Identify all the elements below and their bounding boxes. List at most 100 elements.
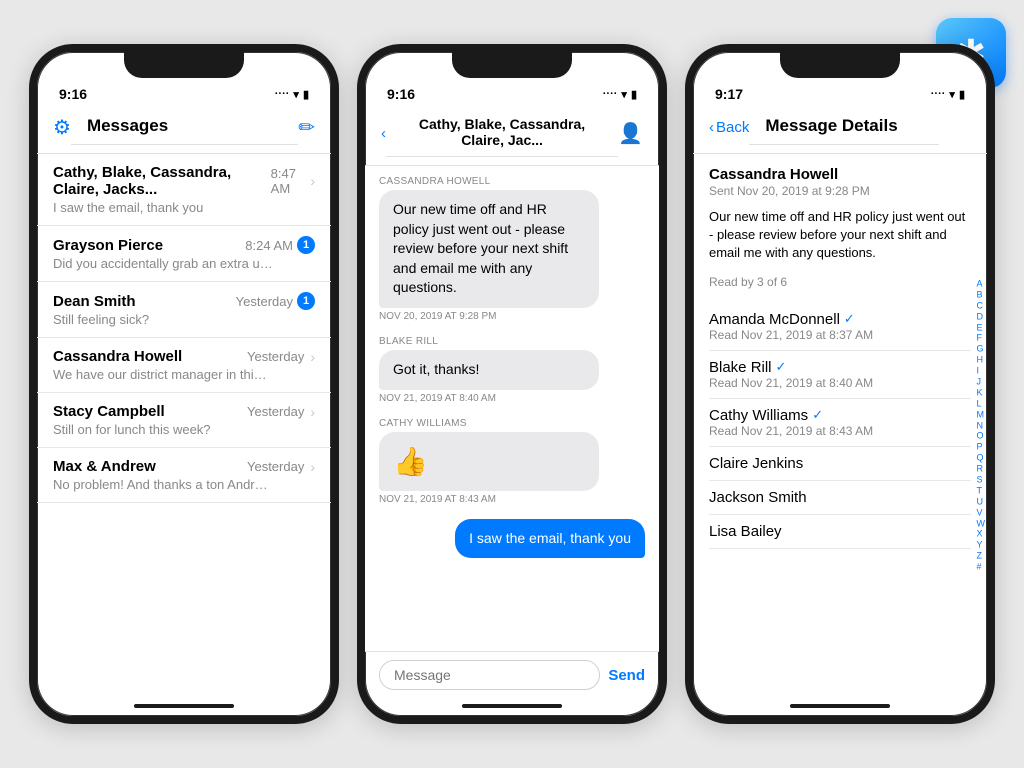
phone-messages-list: 9:16 ···· ▾ ▮ ⚙ Messages ✏ Cathy, Blake,… — [29, 44, 339, 724]
recipient-read-time-1: Read Nov 21, 2019 at 8:40 AM — [709, 376, 971, 390]
conversation-time-3: Yesterday › — [247, 349, 315, 365]
recipient-name-5: Lisa Bailey — [709, 523, 971, 540]
timestamp-1: NOV 21, 2019 AT 8:40 AM — [379, 393, 645, 404]
conversation-time-2: Yesterday 1 — [236, 292, 315, 310]
home-indicator-2 — [462, 704, 562, 708]
signal-dots: ···· — [275, 88, 290, 100]
chat-area[interactable]: CASSANDRA HOWELL Our new time off and HR… — [365, 166, 659, 651]
wifi-icon-3: ▾ — [949, 88, 955, 101]
conversation-item-1[interactable]: Grayson Pierce 8:24 AM 1 Did you acciden… — [37, 226, 331, 282]
chat-message-2: CATHY WILLIAMS 👍 NOV 21, 2019 AT 8:43 AM — [379, 418, 645, 505]
time-phone2: 9:16 — [387, 86, 415, 102]
conversation-name-4: Stacy Campbell — [53, 403, 165, 420]
conversation-item-2[interactable]: Dean Smith Yesterday 1 Still feeling sic… — [37, 282, 331, 338]
recipient-4: Jackson Smith — [709, 481, 971, 515]
detail-sent-time: Sent Nov 20, 2019 at 9:28 PM — [709, 184, 971, 198]
status-bar-phone2: 9:16 ···· ▾ ▮ — [365, 82, 659, 104]
send-button[interactable]: Send — [608, 667, 645, 684]
wifi-icon: ▾ — [293, 88, 299, 101]
messages-title: Messages — [71, 110, 298, 145]
badge-2: 1 — [297, 292, 315, 310]
conversation-time-4: Yesterday › — [247, 404, 315, 420]
message-input[interactable] — [379, 660, 600, 690]
conversation-item-0[interactable]: Cathy, Blake, Cassandra, Claire, Jacks..… — [37, 154, 331, 226]
conversation-item-4[interactable]: Stacy Campbell Yesterday › Still on for … — [37, 393, 331, 448]
group-icon[interactable]: 👤 — [618, 121, 643, 146]
checkmark-0: ✓ — [844, 311, 855, 327]
status-icons-phone3: ···· ▾ ▮ — [931, 88, 965, 101]
recipient-name-0: Amanda McDonnell ✓ — [709, 311, 971, 328]
status-icons-phone2: ···· ▾ ▮ — [603, 88, 637, 101]
details-title: Message Details — [749, 110, 939, 145]
alphabet-index[interactable]: ABC DEF GHI JKL MNO PQR STU VWX YZ# — [977, 279, 986, 572]
conversation-time-0: 8:47 AM › — [271, 166, 315, 196]
conversation-preview-3: We have our district manager in this wee… — [53, 367, 273, 382]
recipient-0: Amanda McDonnell ✓ Read Nov 21, 2019 at … — [709, 303, 971, 351]
battery-icon-3: ▮ — [959, 88, 965, 101]
conversation-time-5: Yesterday › — [247, 459, 315, 475]
status-bar-phone3: 9:17 ···· ▾ ▮ — [693, 82, 987, 104]
home-indicator-1 — [134, 704, 234, 708]
conversation-preview-4: Still on for lunch this week? — [53, 422, 273, 437]
timestamp-3: NOV 21, 2019 AT 8:47 AM ✓✓ — [509, 561, 645, 572]
sender-label-1: BLAKE RILL — [379, 336, 645, 347]
checkmark-2: ✓ — [812, 407, 823, 423]
signal-dots-2: ···· — [603, 88, 618, 100]
sender-label-0: CASSANDRA HOWELL — [379, 176, 645, 187]
recipient-3: Claire Jenkins — [709, 447, 971, 481]
detail-read-count: Read by 3 of 6 — [709, 275, 971, 289]
status-icons-phone1: ···· ▾ ▮ — [275, 88, 309, 101]
message-input-bar: Send — [365, 651, 659, 698]
chat-title: Cathy, Blake, Cassandra, Claire, Jac... — [386, 110, 618, 157]
compose-icon[interactable]: ✏ — [298, 115, 315, 140]
recipient-name-4: Jackson Smith — [709, 489, 971, 506]
recipient-name-1: Blake Rill ✓ — [709, 359, 971, 376]
recipient-name-3: Claire Jenkins — [709, 455, 971, 472]
recipient-read-time-2: Read Nov 21, 2019 at 8:43 AM — [709, 424, 971, 438]
battery-icon-2: ▮ — [631, 88, 637, 101]
phone-chat-view: 9:16 ···· ▾ ▮ ‹ Cathy, Blake, Cassandra,… — [357, 44, 667, 724]
conversation-time-1: 8:24 AM 1 — [245, 236, 315, 254]
bubble-received-2: 👍 — [379, 432, 599, 491]
detail-sender: Cassandra Howell — [709, 166, 971, 183]
gear-icon[interactable]: ⚙ — [53, 115, 71, 140]
detail-message-text: Our new time off and HR policy just went… — [709, 208, 971, 263]
bubble-received-1: Got it, thanks! — [379, 350, 599, 390]
home-indicator-3 — [790, 704, 890, 708]
recipient-5: Lisa Bailey — [709, 515, 971, 549]
bubble-sent-0: I saw the email, thank you — [455, 519, 645, 559]
conversation-name-1: Grayson Pierce — [53, 237, 163, 254]
conversation-preview-0: I saw the email, thank you — [53, 200, 273, 215]
timestamp-2: NOV 21, 2019 AT 8:43 AM — [379, 494, 645, 505]
back-button-phone3[interactable]: ‹ Back — [709, 119, 749, 136]
recipient-read-time-0: Read Nov 21, 2019 at 8:37 AM — [709, 328, 971, 342]
conversation-name-3: Cassandra Howell — [53, 348, 182, 365]
nav-bar-phone2: ‹ Cathy, Blake, Cassandra, Claire, Jac..… — [365, 104, 659, 166]
battery-icon: ▮ — [303, 88, 309, 101]
time-phone3: 9:17 — [715, 86, 743, 102]
wifi-icon-2: ▾ — [621, 88, 627, 101]
conversation-item-5[interactable]: Max & Andrew Yesterday › No problem! And… — [37, 448, 331, 503]
conversation-preview-1: Did you accidentally grab an extra unifo… — [53, 256, 273, 271]
conversation-preview-2: Still feeling sick? — [53, 312, 273, 327]
chat-message-3: I saw the email, thank you NOV 21, 2019 … — [379, 519, 645, 573]
chat-message-1: BLAKE RILL Got it, thanks! NOV 21, 2019 … — [379, 336, 645, 404]
conversation-preview-5: No problem! And thanks a ton Andrew, I o… — [53, 477, 273, 492]
details-content: Cassandra Howell Sent Nov 20, 2019 at 9:… — [693, 154, 987, 698]
time-phone1: 9:16 — [59, 86, 87, 102]
badge-1: 1 — [297, 236, 315, 254]
checkmark-1: ✓ — [776, 359, 787, 375]
conversation-item-3[interactable]: Cassandra Howell Yesterday › We have our… — [37, 338, 331, 393]
messages-list[interactable]: Cathy, Blake, Cassandra, Claire, Jacks..… — [37, 154, 331, 698]
phones-container: 9:16 ···· ▾ ▮ ⚙ Messages ✏ Cathy, Blake,… — [9, 24, 1015, 744]
status-bar-phone1: 9:16 ···· ▾ ▮ — [37, 82, 331, 104]
chat-message-0: CASSANDRA HOWELL Our new time off and HR… — [379, 176, 645, 322]
recipient-name-2: Cathy Williams ✓ — [709, 407, 971, 424]
conversation-name-2: Dean Smith — [53, 293, 136, 310]
conversation-name-5: Max & Andrew — [53, 458, 156, 475]
nav-bar-phone3: ‹ Back Message Details — [693, 104, 987, 154]
recipient-2: Cathy Williams ✓ Read Nov 21, 2019 at 8:… — [709, 399, 971, 447]
recipient-1: Blake Rill ✓ Read Nov 21, 2019 at 8:40 A… — [709, 351, 971, 399]
phone-message-details: 9:17 ···· ▾ ▮ ‹ Back Message Details Cas… — [685, 44, 995, 724]
conversation-name-0: Cathy, Blake, Cassandra, Claire, Jacks..… — [53, 164, 271, 198]
